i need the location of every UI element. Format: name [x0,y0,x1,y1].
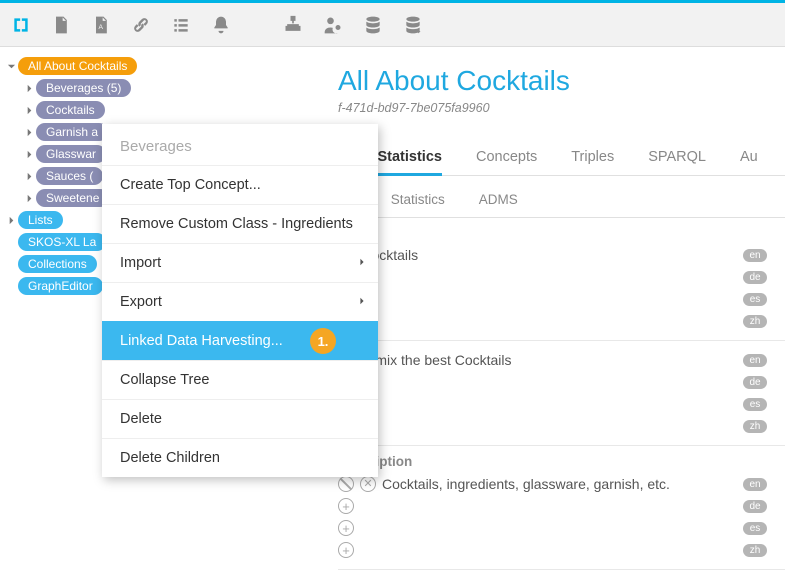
tree-sidebar: All About Cocktails Beverages (5) Cockta… [0,47,310,577]
lang-badge: de [743,500,767,513]
tree-node[interactable]: Collections [18,255,97,273]
menu-collapse-tree[interactable]: Collapse Tree [102,360,378,399]
menu-linked-data-harvesting[interactable]: Linked Data Harvesting...1. [102,321,378,360]
menu-remove-custom-class[interactable]: Remove Custom Class - Ingredients [102,204,378,243]
secondary-tabs: ata Statistics ADMS [338,188,785,218]
add-value-icon[interactable]: + [338,520,354,536]
tree-node[interactable]: GraphEditor [18,277,103,295]
resource-uri: f-471d-bd97-7be075fa9960 [338,101,785,115]
tab-concepts[interactable]: Concepts [476,143,537,175]
file-star-icon[interactable] [50,14,72,36]
user-gear-icon[interactable] [322,14,344,36]
lang-badge: de [743,376,767,389]
value-text: Cocktails, ingredients, glassware, garni… [382,476,670,492]
disclosure-right-icon[interactable] [24,193,34,203]
context-menu: Beverages Create Top Concept... Remove C… [102,124,378,477]
lang-badge: zh [743,315,767,328]
disclosure-right-icon[interactable] [24,105,34,115]
lang-badge: es [743,522,767,535]
page-title: All About Cocktails [338,65,785,97]
disclosure-down-icon[interactable] [6,61,16,71]
tab-adms[interactable]: ADMS [479,188,518,217]
disabled-icon [338,476,354,492]
database-arrow-icon[interactable] [402,14,424,36]
menu-import[interactable]: Import [102,243,378,282]
menu-export[interactable]: Export [102,282,378,321]
lang-badge: en [743,354,767,367]
add-value-icon[interactable]: + [338,498,354,514]
context-menu-title: Beverages [102,124,378,165]
add-value-icon[interactable]: + [338,542,354,558]
disclosure-right-icon[interactable] [24,171,34,181]
section-label: Description [338,454,785,469]
lang-badge: de [743,271,767,284]
svg-text:A: A [99,24,104,31]
step-marker: 1. [310,328,336,354]
toolbar: A [0,3,785,47]
tree-node[interactable]: Lists [18,211,63,229]
tree-node[interactable]: Beverages (5) [36,79,131,97]
menu-delete[interactable]: Delete [102,399,378,438]
disclosure-right-icon[interactable] [24,149,34,159]
description-section: Description ✕ Cocktails, ingredients, gla… [338,446,785,570]
list-icon[interactable] [170,14,192,36]
tree-node[interactable]: Glasswar [36,145,106,163]
tree-node[interactable]: Cocktails [36,101,105,119]
tree-node[interactable]: Sauces ( [36,167,103,185]
disclosure-right-icon[interactable] [6,215,16,225]
lang-badge: es [743,398,767,411]
root-concept-scheme[interactable]: All About Cocktails [18,57,137,75]
tab-statistics[interactable]: Statistics [391,188,445,217]
tree-node[interactable]: SKOS-XL La [18,233,106,251]
remove-icon[interactable]: ✕ [360,476,376,492]
lang-badge: en [743,478,767,491]
app-logo-icon[interactable] [10,14,32,36]
database-icon[interactable] [362,14,384,36]
lang-badge: zh [743,544,767,557]
metadata-section: out Cocktailsen de es zh [338,236,785,341]
menu-create-top-concept[interactable]: Create Top Concept... [102,165,378,204]
lang-badge: zh [743,420,767,433]
primary-tabs: ata & Statistics Concepts Triples SPARQL… [338,143,785,176]
tab-sparql[interactable]: SPARQL [648,143,706,175]
disclosure-right-icon[interactable] [24,83,34,93]
lang-badge: en [743,249,767,262]
lang-badge: es [743,293,767,306]
tree-node[interactable]: Garnish a [36,123,108,141]
file-ab-icon[interactable]: A [90,14,112,36]
sitemap-icon[interactable] [282,14,304,36]
tab-triples[interactable]: Triples [571,143,614,175]
tab-more[interactable]: Au [740,143,758,175]
bell-icon[interactable] [210,14,232,36]
submenu-arrow-icon [358,255,366,271]
menu-delete-children[interactable]: Delete Children [102,438,378,477]
submenu-arrow-icon [358,294,366,310]
metadata-section: ow to mix the best Cocktailsen +de +es +… [338,341,785,446]
link-icon[interactable] [130,14,152,36]
tree-node[interactable]: Sweetene [36,189,109,207]
main-content: All About Cocktails f-471d-bd97-7be075fa… [310,47,785,577]
disclosure-right-icon[interactable] [24,127,34,137]
